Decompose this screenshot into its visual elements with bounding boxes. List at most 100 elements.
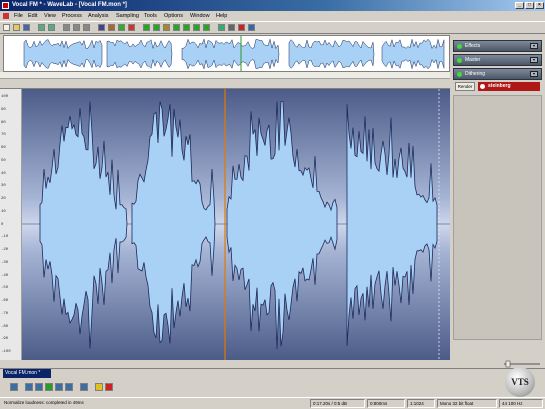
menu-process[interactable]: Process	[62, 11, 82, 21]
open-icon[interactable]	[13, 24, 20, 31]
overview-wave-segment	[23, 39, 103, 69]
paste-icon[interactable]	[83, 24, 90, 31]
menu-file[interactable]: File	[14, 11, 23, 21]
effects-slot[interactable]: Effects ▾	[453, 40, 542, 52]
menu-analysis[interactable]: Analysis	[88, 11, 108, 21]
play-tool-icon[interactable]	[118, 24, 125, 31]
master-menu-button[interactable]: ▾	[530, 57, 538, 63]
rewind-icon[interactable]	[35, 383, 43, 391]
cut-icon[interactable]	[63, 24, 70, 31]
level-tick-label: -10	[1, 235, 9, 240]
overview-waveform[interactable]	[3, 35, 450, 72]
level-tick-label: -80	[1, 324, 9, 329]
dithering-power-led[interactable]	[457, 72, 462, 77]
play-icon[interactable]	[45, 383, 53, 391]
time-ruler[interactable]	[0, 72, 450, 79]
meter7-icon[interactable]	[203, 24, 210, 31]
app-icon[interactable]	[2, 2, 9, 9]
loop-icon[interactable]	[218, 24, 225, 31]
master-power-led[interactable]	[457, 58, 462, 63]
level-tick-label: 50	[1, 158, 6, 163]
master-section-body	[453, 95, 542, 340]
redo-icon[interactable]	[48, 24, 55, 31]
level-tick-label: -90	[1, 337, 9, 342]
waveform-graphic	[22, 89, 450, 360]
meter4-icon[interactable]	[173, 24, 180, 31]
status-zoom: 1:1024	[407, 399, 435, 408]
pencil-icon[interactable]	[108, 24, 115, 31]
level-tick-label: -70	[1, 311, 9, 316]
waveform-segment	[39, 101, 128, 349]
master-slot[interactable]: Master ▾	[453, 54, 542, 66]
waveform-segment	[226, 101, 338, 349]
help-icon[interactable]	[248, 24, 255, 31]
effects-power-led[interactable]	[457, 44, 462, 49]
minimize-button[interactable]: _	[515, 2, 524, 9]
overview-wave-segment	[181, 38, 280, 70]
master-label: Master	[465, 57, 481, 63]
marker-icon[interactable]	[128, 24, 135, 31]
level-tick-label: 40	[1, 171, 6, 176]
maximize-button[interactable]: □	[525, 2, 534, 9]
status-format: Mono 32 bit float	[437, 399, 497, 408]
dithering-slot[interactable]: Dithering ▾	[453, 68, 542, 80]
meter6-icon[interactable]	[193, 24, 200, 31]
level-tick-label: 0	[1, 222, 4, 227]
settings-icon[interactable]	[228, 24, 235, 31]
effects-label: Effects	[465, 43, 481, 49]
meter2-icon[interactable]	[153, 24, 160, 31]
main-waveform-view[interactable]: 100 90 80 70 60 50 40 30 20 10 0 -10 -20 -30 -40 -50 -60…	[0, 89, 450, 360]
steinberg-logo: steinberg	[478, 82, 540, 91]
fast-forward-icon[interactable]	[55, 383, 63, 391]
document-menu-icon[interactable]	[3, 13, 9, 19]
rewind-start-icon[interactable]	[25, 383, 33, 391]
document-tab[interactable]: Vocal FM.mon *	[3, 369, 51, 378]
undo-icon[interactable]	[38, 24, 45, 31]
vts-watermark-logo: VTS	[505, 367, 535, 397]
menu-view[interactable]: View	[44, 11, 56, 21]
dithering-menu-button[interactable]: ▾	[530, 71, 538, 77]
menu-window[interactable]: Window	[190, 11, 210, 21]
steinberg-logo-icon	[480, 84, 485, 89]
save-icon[interactable]	[23, 24, 30, 31]
menu-sampling[interactable]: Sampling	[116, 11, 139, 21]
render-button[interactable]: Render	[455, 82, 475, 91]
go-end-icon[interactable]	[65, 383, 73, 391]
level-tick-label: 70	[1, 133, 6, 138]
level-tick-label: -20	[1, 248, 9, 252]
status-bar: Normalize loudness: completed in 49ms 0:…	[0, 397, 545, 409]
title-bar: Vocal FM * - WaveLab - [Vocal FM.mon *] …	[0, 0, 545, 11]
menu-options[interactable]: Options	[164, 11, 183, 21]
menu-edit[interactable]: Edit	[28, 11, 37, 21]
window-title: Vocal FM * - WaveLab - [Vocal FM.mon *]	[12, 2, 127, 8]
level-tick-label: 100	[1, 95, 9, 99]
transport-bar	[0, 379, 545, 397]
stop-icon[interactable]	[10, 383, 18, 391]
new-icon[interactable]	[3, 24, 10, 31]
level-tick-label: 10	[1, 209, 6, 214]
effects-menu-button[interactable]: ▾	[530, 43, 538, 49]
waveform-segment	[346, 104, 438, 347]
overview-wave-segment	[381, 38, 445, 70]
level-tick-label: -30	[1, 260, 9, 265]
record-icon[interactable]	[105, 383, 113, 391]
dithering-label: Dithering	[465, 71, 486, 77]
copy-icon[interactable]	[73, 24, 80, 31]
waveform-area[interactable]	[22, 89, 450, 360]
meter1-icon[interactable]	[143, 24, 150, 31]
record-icon[interactable]	[238, 24, 245, 31]
close-button[interactable]: ×	[535, 2, 544, 9]
meter5-icon[interactable]	[183, 24, 190, 31]
status-message: Normalize loudness: completed in 49ms	[4, 400, 84, 405]
waveform-segment	[131, 101, 216, 344]
menu-help[interactable]: Help	[216, 11, 227, 21]
menu-tools[interactable]: Tools	[144, 11, 157, 21]
menu-bar: File Edit View Process Analysis Sampling…	[0, 11, 545, 21]
pause-icon[interactable]	[95, 383, 103, 391]
loop-icon[interactable]	[80, 383, 88, 391]
level-tick-label: -50	[1, 286, 9, 291]
meter3-icon[interactable]	[163, 24, 170, 31]
toolbar	[0, 21, 545, 34]
level-tick-label: -100	[1, 350, 11, 354]
zoom-icon[interactable]	[98, 24, 105, 31]
